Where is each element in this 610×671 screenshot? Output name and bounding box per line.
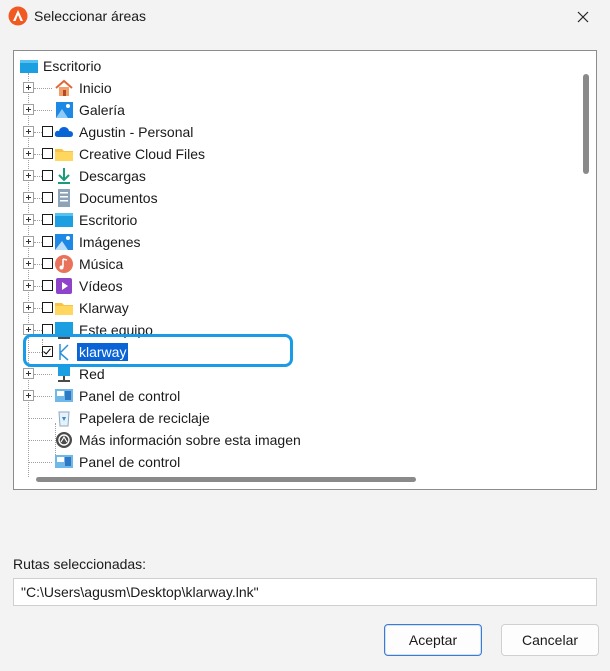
checkbox[interactable]: [42, 302, 53, 313]
checkbox[interactable]: [42, 148, 53, 159]
tree-item-descargas[interactable]: Descargas: [14, 165, 574, 187]
expand-icon[interactable]: [23, 302, 34, 313]
tree-item-imagenes[interactable]: Imágenes: [14, 231, 574, 253]
pictures-icon: [55, 234, 73, 250]
tree-item-label: Klarway: [79, 300, 129, 316]
folder-icon: [55, 303, 73, 315]
checkbox[interactable]: [42, 126, 53, 137]
folder-tree[interactable]: Escritorio Inicio Galería Agustin - Pers…: [13, 50, 597, 490]
tree-item-label: Vídeos: [79, 278, 123, 294]
expand-icon[interactable]: [23, 258, 34, 269]
onedrive-cloud-icon: [54, 127, 73, 137]
expand-icon[interactable]: [23, 126, 34, 137]
info-circle-icon: [56, 432, 72, 448]
tree-item-panel-de-control-2[interactable]: Panel de control: [14, 451, 574, 473]
tree-root[interactable]: Escritorio: [14, 55, 574, 77]
tree-item-inicio[interactable]: Inicio: [14, 77, 574, 99]
download-icon: [58, 168, 70, 184]
tree-item-mas-informacion[interactable]: Más información sobre esta imagen: [14, 429, 574, 451]
expand-icon[interactable]: [23, 104, 34, 115]
selection-highlight-annotation: [23, 334, 293, 367]
expand-icon[interactable]: [23, 214, 34, 225]
window-title: Seleccionar áreas: [34, 8, 147, 24]
tree-item-label: Creative Cloud Files: [79, 146, 206, 162]
tree-item-videos[interactable]: Vídeos: [14, 275, 574, 297]
selected-paths-label: Rutas seleccionadas:: [13, 556, 147, 572]
tree-item-klarway-folder[interactable]: Klarway: [14, 297, 574, 319]
vertical-scrollbar[interactable]: [583, 74, 589, 174]
tree-item-agustin-personal[interactable]: Agustin - Personal: [14, 121, 574, 143]
expand-icon[interactable]: [23, 368, 34, 379]
expand-icon[interactable]: [23, 236, 34, 247]
close-button[interactable]: [556, 0, 610, 34]
tree-item-creative-cloud-files[interactable]: Creative Cloud Files: [14, 143, 574, 165]
desktop-icon: [20, 60, 38, 73]
checkbox[interactable]: [42, 192, 53, 203]
tree-item-escritorio[interactable]: Escritorio: [14, 209, 574, 231]
control-panel-icon: [55, 455, 73, 468]
desktop-icon: [55, 213, 73, 227]
tree-item-label: Documentos: [79, 190, 158, 206]
checkbox[interactable]: [42, 236, 53, 247]
expand-icon[interactable]: [23, 170, 34, 181]
checkbox[interactable]: [42, 280, 53, 291]
tree-item-musica[interactable]: Música: [14, 253, 574, 275]
documents-icon: [58, 189, 70, 207]
tree-item-papelera[interactable]: Papelera de reciclaje: [14, 407, 574, 429]
expand-icon[interactable]: [23, 148, 34, 159]
control-panel-icon: [55, 389, 73, 402]
recycle-bin-icon: [58, 411, 70, 427]
tree-item-label: Panel de control: [79, 454, 181, 470]
tree-item-label: Panel de control: [79, 388, 181, 404]
tree-item-galeria[interactable]: Galería: [14, 99, 574, 121]
gallery-icon: [56, 102, 73, 118]
selected-paths-field[interactable]: "C:\Users\agusm\Desktop\klarway.lnk": [13, 578, 597, 606]
horizontal-scrollbar[interactable]: [36, 477, 416, 482]
network-icon: [58, 367, 70, 382]
expand-icon[interactable]: [23, 82, 34, 93]
tree-item-label: Agustin - Personal: [79, 124, 194, 140]
expand-icon[interactable]: [23, 390, 34, 401]
home-icon: [55, 79, 73, 96]
tree-item-label: Galería: [79, 102, 125, 118]
tree-item-documentos[interactable]: Documentos: [14, 187, 574, 209]
videos-icon: [56, 278, 72, 294]
expand-icon[interactable]: [23, 280, 34, 291]
tree-item-label: Escritorio: [79, 212, 138, 228]
checkbox[interactable]: [42, 170, 53, 181]
tree-item-label: Más información sobre esta imagen: [79, 432, 301, 448]
close-icon: [577, 11, 589, 23]
expand-icon[interactable]: [23, 192, 34, 203]
tree-root-label: Escritorio: [43, 58, 102, 74]
app-logo-icon: [8, 6, 28, 26]
folder-icon: [55, 149, 73, 161]
tree-item-panel-de-control[interactable]: Panel de control: [14, 385, 574, 407]
tree-item-label: Inicio: [79, 80, 112, 96]
tree-item-label: Descargas: [79, 168, 146, 184]
checkbox[interactable]: [42, 258, 53, 269]
tree-item-label: Imágenes: [79, 234, 141, 250]
tree-item-label: Papelera de reciclaje: [79, 410, 210, 426]
tree-item-label: Música: [79, 256, 124, 272]
cancel-button[interactable]: Cancelar: [501, 624, 599, 656]
tree-item-label: Red: [79, 366, 105, 382]
accept-button[interactable]: Aceptar: [384, 624, 482, 656]
music-icon: [55, 255, 73, 273]
title-bar: Seleccionar áreas: [0, 0, 610, 34]
checkbox[interactable]: [42, 214, 53, 225]
